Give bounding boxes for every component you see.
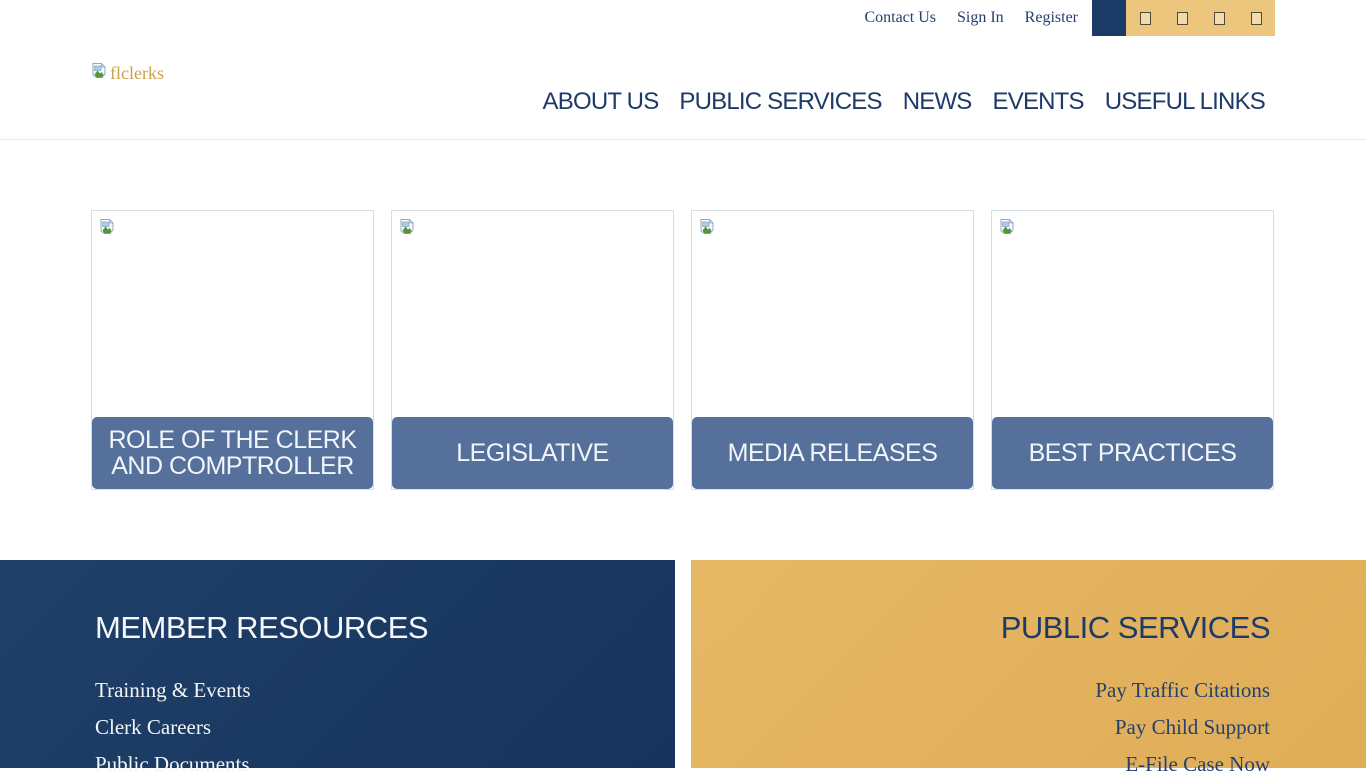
logo-alt-text: flclerks [110,63,164,84]
site-logo[interactable]: flclerks [91,62,164,84]
site-header: flclerks ABOUT US PUBLIC SERVICES NEWS E… [0,36,1366,140]
card-best-practices[interactable]: BEST PRACTICES [991,210,1274,490]
public-services-panel: PUBLIC SERVICES Pay Traffic Citations Pa… [691,560,1366,768]
main-navigation: ABOUT US PUBLIC SERVICES NEWS EVENTS USE… [543,88,1265,116]
card-title: LEGISLATIVE [392,417,673,489]
contact-us-link[interactable]: Contact Us [864,9,936,27]
pay-traffic-citations-link[interactable]: Pay Traffic Citations [1095,672,1270,709]
card-role-of-the-clerk-and-comptroller[interactable]: ROLE OF THE CLERK AND COMPTROLLER [91,210,374,490]
register-link[interactable]: Register [1025,9,1078,27]
nav-events[interactable]: EVENTS [993,88,1084,116]
nav-about-us[interactable]: ABOUT US [543,88,659,116]
topbar-accent-block [1092,0,1126,36]
card-media-releases[interactable]: MEDIA RELEASES [691,210,974,490]
social-icons-bar [1126,0,1275,36]
card-title: ROLE OF THE CLERK AND COMPTROLLER [92,417,373,489]
broken-image-icon [399,218,415,240]
card-title: BEST PRACTICES [992,417,1273,489]
member-resources-links: Training & Events Clerk Careers Public D… [95,672,251,783]
social-icon-3-image-placeholder-icon[interactable] [1214,12,1225,25]
training-events-link[interactable]: Training & Events [95,672,251,709]
member-resources-title: MEMBER RESOURCES [95,610,428,646]
broken-image-icon [999,218,1015,240]
topbar-links: Contact Us Sign In Register [864,0,1078,36]
broken-image-icon [91,62,107,84]
pay-child-support-link[interactable]: Pay Child Support [1115,709,1270,746]
clerk-careers-link[interactable]: Clerk Careers [95,709,251,746]
member-resources-panel: MEMBER RESOURCES Training & Events Clerk… [0,560,675,768]
broken-image-icon [699,218,715,240]
public-services-title: PUBLIC SERVICES [1001,610,1270,646]
card-legislative[interactable]: LEGISLATIVE [391,210,674,490]
nav-public-services[interactable]: PUBLIC SERVICES [679,88,881,116]
e-file-case-now-link[interactable]: E-File Case Now [1125,746,1270,783]
card-title: MEDIA RELEASES [692,417,973,489]
feature-cards: ROLE OF THE CLERK AND COMPTROLLER LEGISL… [91,210,1274,490]
nav-news[interactable]: NEWS [903,88,972,116]
social-icon-4-image-placeholder-icon[interactable] [1251,12,1262,25]
sign-in-link[interactable]: Sign In [957,9,1004,27]
social-icon-2-image-placeholder-icon[interactable] [1177,12,1188,25]
nav-useful-links[interactable]: USEFUL LINKS [1105,88,1265,116]
public-documents-link[interactable]: Public Documents [95,746,251,783]
social-icon-1-image-placeholder-icon[interactable] [1140,12,1151,25]
broken-image-icon [99,218,115,240]
topbar: Contact Us Sign In Register [0,0,1366,36]
public-services-links: Pay Traffic Citations Pay Child Support … [1095,672,1270,783]
